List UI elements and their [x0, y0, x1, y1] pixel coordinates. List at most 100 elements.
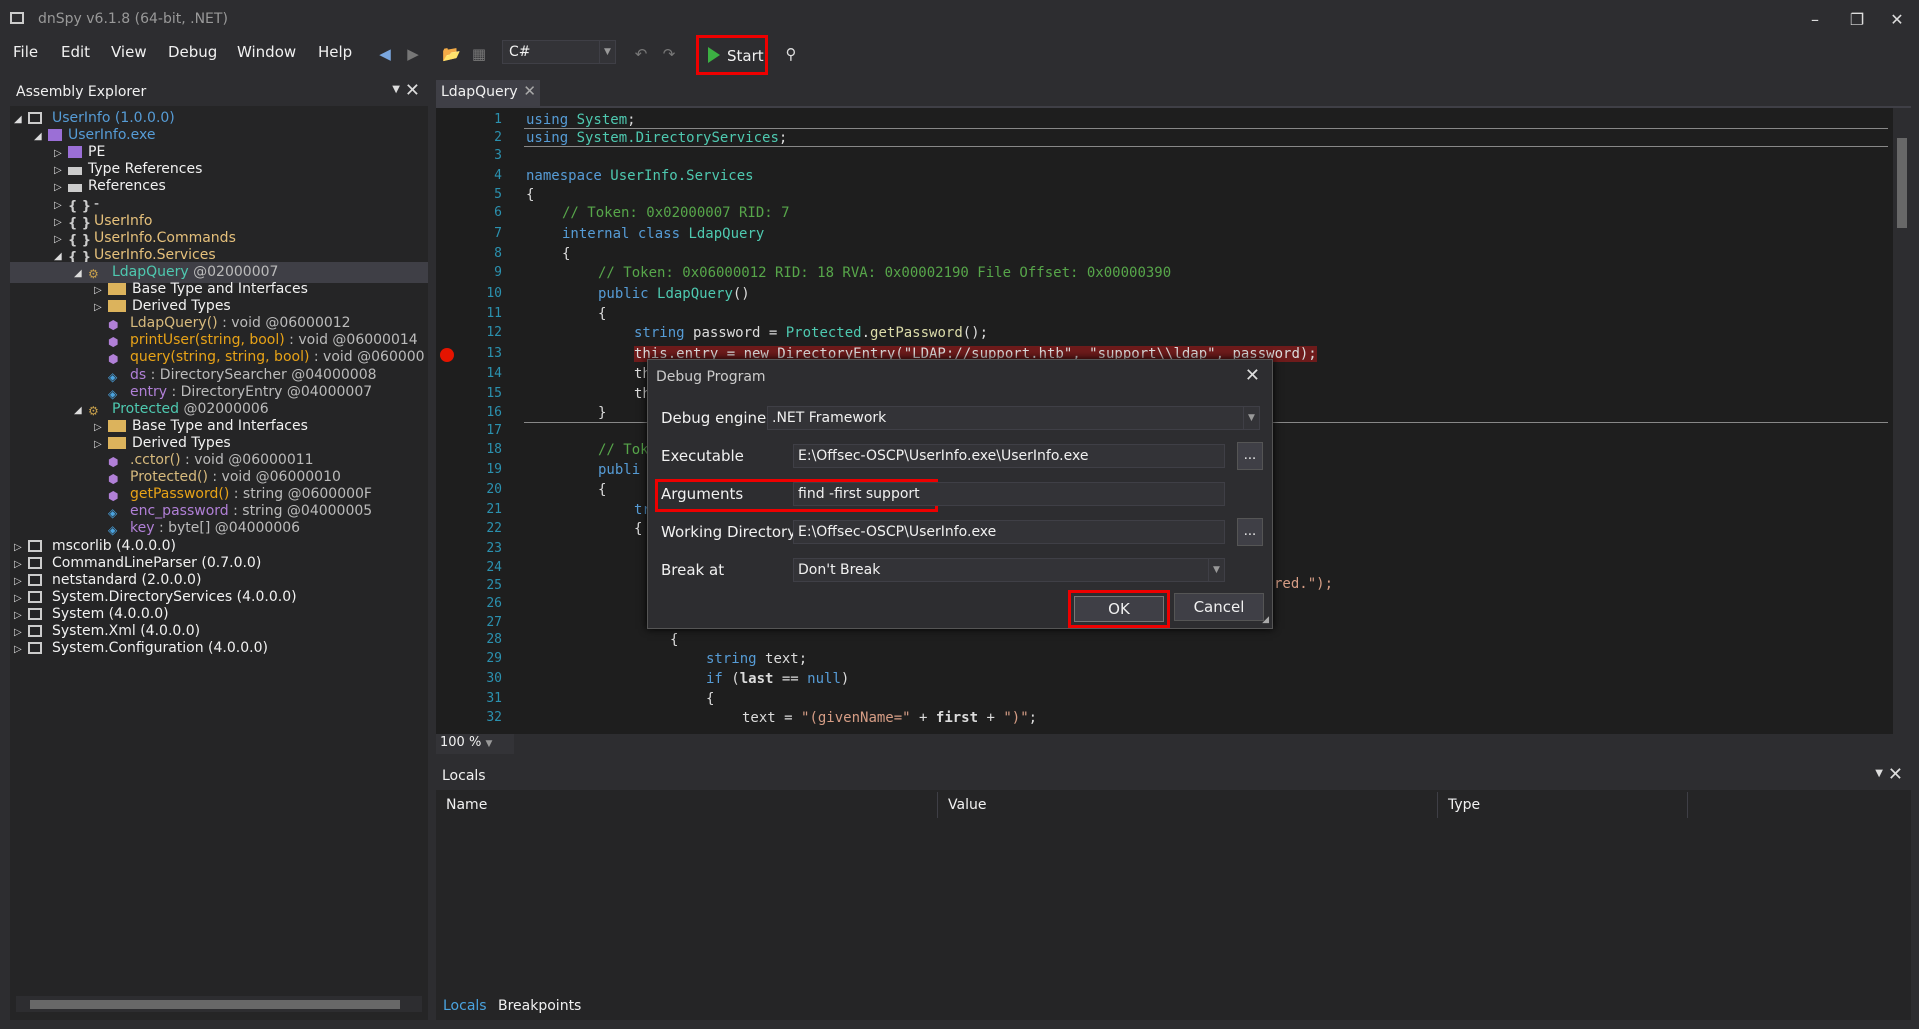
- redo-icon[interactable]: ↷: [660, 45, 678, 63]
- class-icon: ⚙: [88, 403, 99, 418]
- line-number: 20: [486, 482, 502, 497]
- tree-item-label: .cctor(): [130, 452, 181, 468]
- tree-item-signature: : string @04000005: [228, 503, 373, 520]
- arguments-input[interactable]: find -first support: [793, 482, 1225, 506]
- tree-item-signature: : DirectoryEntry @04000007: [167, 383, 373, 400]
- assembly-icon: [28, 590, 42, 603]
- tree-item[interactable]: ▷ System.Configuration (4.0.0.0): [10, 638, 428, 659]
- code-line: red.");: [1274, 576, 1334, 592]
- tree-item-label: getPassword(): [130, 486, 230, 503]
- column-type[interactable]: Type: [1438, 792, 1688, 818]
- back-icon[interactable]: ◀: [376, 45, 394, 63]
- method-icon: ⬢: [108, 335, 119, 350]
- line-number: 23: [486, 541, 502, 556]
- field-icon: ◈: [108, 386, 118, 401]
- start-button[interactable]: Start: [696, 35, 768, 75]
- scrollbar-thumb[interactable]: [30, 1000, 400, 1009]
- line-number: 3: [494, 148, 502, 163]
- horizontal-scrollbar[interactable]: [16, 996, 422, 1012]
- code-line: namespace UserInfo.Services: [526, 168, 754, 184]
- column-value[interactable]: Value: [938, 792, 1438, 818]
- executable-input[interactable]: E:\Offsec-OSCP\UserInfo.exe\UserInfo.exe: [793, 444, 1225, 468]
- save-all-icon[interactable]: ▦: [470, 45, 488, 63]
- tree-item-label: Base Type and Interfaces: [132, 417, 308, 434]
- tree-item-label: Derived Types: [132, 298, 231, 315]
- executable-browse-button[interactable]: ...: [1237, 442, 1263, 470]
- ok-button[interactable]: OK: [1074, 596, 1164, 622]
- debug-engine-select[interactable]: .NET Framework ▼: [767, 406, 1260, 430]
- method-icon: ⬢: [108, 455, 119, 469]
- locals-body: [436, 820, 1911, 1000]
- line-number: 31: [486, 691, 502, 706]
- pe-icon: [68, 146, 82, 159]
- tree-item-label: entry: [130, 383, 168, 400]
- tab-breakpoints[interactable]: Breakpoints: [498, 998, 581, 1014]
- close-icon[interactable]: ✕: [1880, 8, 1914, 32]
- field-icon: ◈: [108, 523, 118, 538]
- tree-item-signature: : void @06000014: [284, 332, 418, 349]
- line-number: 28: [486, 632, 502, 647]
- code-line: string password = Protected.getPassword(…: [634, 325, 989, 341]
- zoom-select[interactable]: 100 % ▼: [436, 734, 514, 754]
- class-icon: ⚙: [88, 266, 99, 281]
- code-line: using System;: [526, 112, 636, 128]
- cancel-button[interactable]: Cancel: [1174, 593, 1264, 621]
- assembly-icon: [28, 573, 42, 586]
- editor-horizontal-scrollbar[interactable]: [516, 734, 1893, 752]
- close-icon[interactable]: ✕: [1888, 764, 1903, 785]
- line-number: 22: [486, 521, 502, 536]
- assembly-icon: [28, 607, 42, 620]
- assembly-icon: [28, 539, 42, 552]
- code-line: publi: [598, 462, 641, 478]
- forward-icon[interactable]: ▶: [404, 45, 422, 63]
- module-icon: [48, 129, 62, 142]
- field-icon: ◈: [108, 369, 118, 384]
- folder-icon: [108, 283, 126, 295]
- arguments-label: Arguments: [661, 485, 744, 503]
- break-at-select[interactable]: Don't Break ▼: [793, 558, 1225, 582]
- search-icon[interactable]: ⚲: [782, 45, 800, 63]
- dialog-header: Debug Program ✕: [648, 360, 1272, 394]
- line-number: 32: [486, 710, 502, 725]
- working-directory-label: Working Directory: [661, 523, 797, 541]
- column-name[interactable]: Name: [436, 792, 938, 818]
- working-directory-input[interactable]: E:\Offsec-OSCP\UserInfo.exe: [793, 520, 1225, 544]
- chevron-down-icon[interactable]: ▼: [1875, 768, 1883, 779]
- debug-engine-label: Debug engine: [661, 409, 767, 427]
- tab-ldapquery[interactable]: LdapQuery ✕: [436, 80, 540, 106]
- open-icon[interactable]: 📂: [442, 45, 461, 63]
- dialog-title: Debug Program: [656, 369, 766, 385]
- tree-item-signature: : DirectorySearcher @04000008: [146, 366, 377, 383]
- resize-grip-icon[interactable]: ◢: [1262, 615, 1269, 625]
- tree-item-signature: @02000007: [188, 263, 279, 280]
- code-comment: // Tok: [598, 442, 649, 458]
- tab-locals[interactable]: Locals: [443, 998, 487, 1014]
- break-at-value: Don't Break: [798, 562, 881, 578]
- restore-icon[interactable]: ❐: [1840, 8, 1874, 32]
- minimize-icon[interactable]: –: [1798, 8, 1832, 32]
- scrollbar-thumb[interactable]: [1897, 138, 1907, 228]
- breakpoint-icon[interactable]: [440, 348, 454, 362]
- undo-icon[interactable]: ↶: [632, 45, 650, 63]
- tree-item-label: System.Configuration (4.0.0.0): [52, 640, 268, 657]
- close-icon[interactable]: ✕: [1245, 365, 1260, 386]
- tree-item-label: Protected: [112, 400, 179, 417]
- close-icon[interactable]: ✕: [405, 80, 420, 101]
- tree-item-signature: : byte[] @04000006: [154, 520, 301, 537]
- code-line: {: [706, 691, 715, 707]
- collapsed-icon[interactable]: ▷: [14, 639, 28, 660]
- working-directory-browse-button[interactable]: ...: [1237, 518, 1263, 546]
- language-select[interactable]: C# ▼: [502, 40, 616, 64]
- method-icon: ⬢: [108, 472, 119, 487]
- close-icon[interactable]: ✕: [523, 82, 536, 100]
- chevron-down-icon[interactable]: ▼: [392, 84, 400, 95]
- code-line: {: [526, 187, 535, 203]
- namespace-icon: { }: [68, 232, 92, 248]
- tree-item-label: Base Type and Interfaces: [132, 281, 308, 297]
- code-line: using System.DirectoryServices;: [526, 130, 788, 146]
- locals-columns: Name Value Type: [436, 792, 1911, 818]
- line-gutter[interactable]: 1 2 3 4 5 6 7 8 9 10 11 12 13 14 15 16 17 18 19 20 21 22 23 24 2…: [436, 108, 506, 736]
- break-at-label: Break at: [661, 561, 725, 579]
- executable-label: Executable: [661, 447, 744, 465]
- vertical-scrollbar[interactable]: [1893, 108, 1911, 736]
